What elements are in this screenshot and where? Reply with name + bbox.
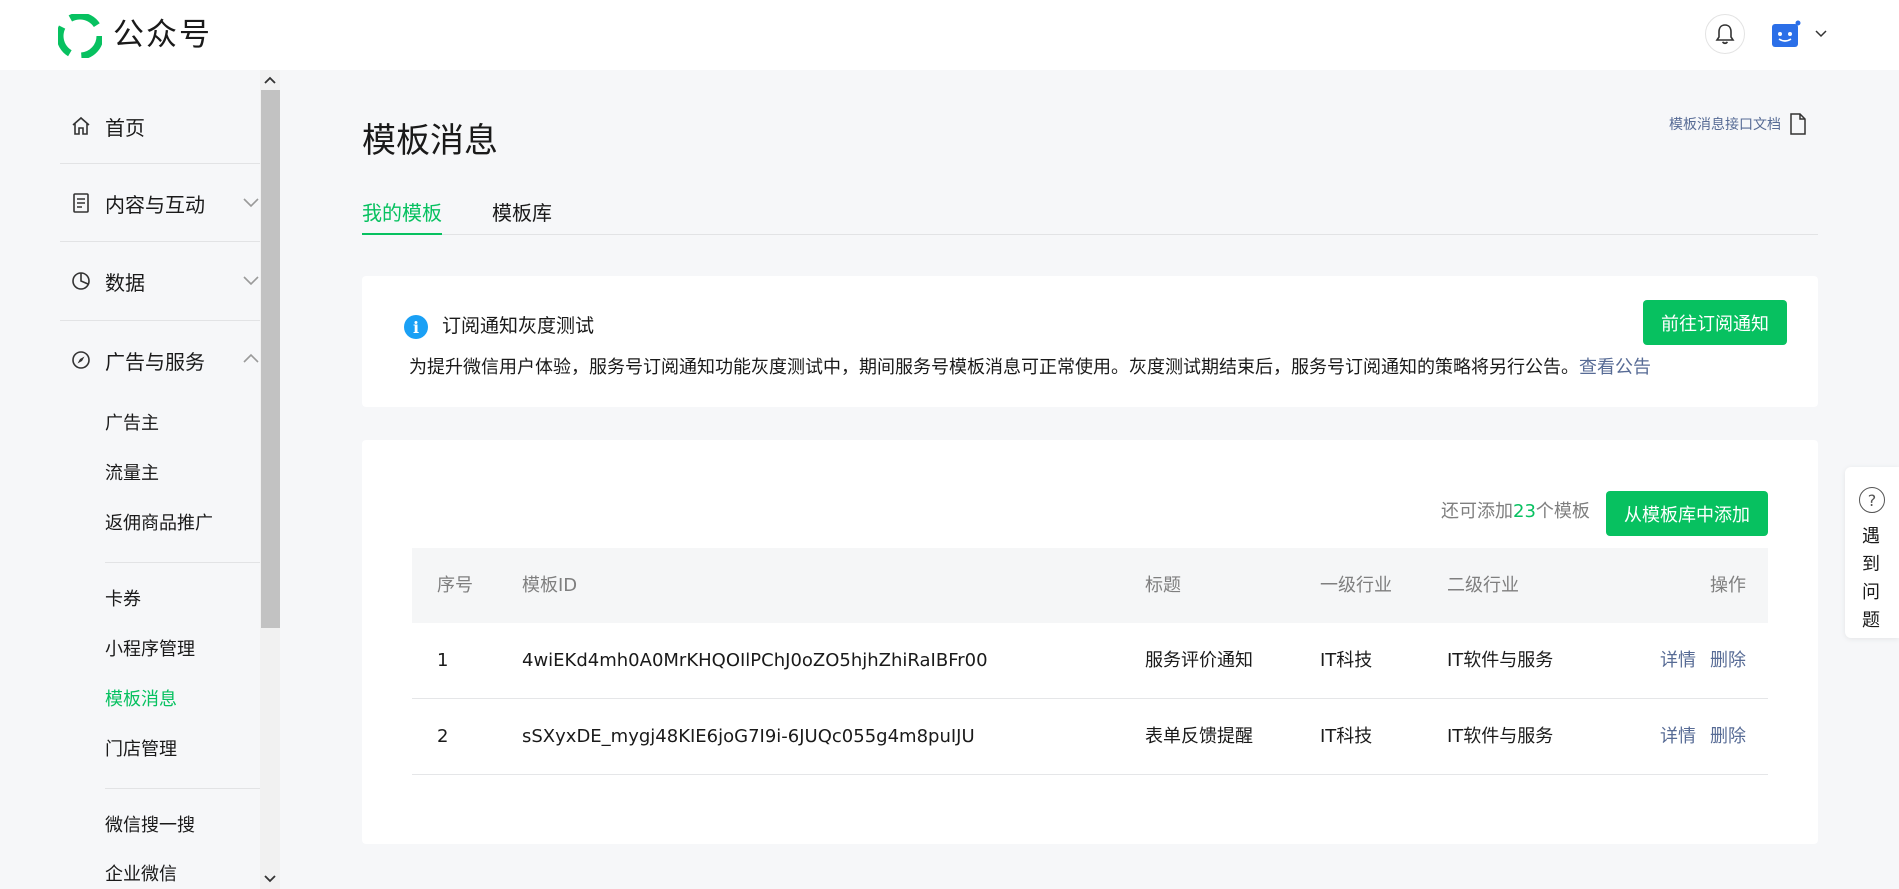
column-header: 操作 <box>1710 575 1746 596</box>
sidebar-subitem-advertiser[interactable]: 广告主 <box>105 411 159 437</box>
column-header: 序号 <box>437 575 473 596</box>
top-bar: 公众号 <box>0 0 1899 70</box>
templates-card: 还可添加23个模板 从模板库中添加 序号 模板ID 标题 一级行业 二级行业 操… <box>362 440 1818 844</box>
sidebar-subitem-miniprogram[interactable]: 小程序管理 <box>105 637 195 663</box>
scroll-up-arrow-icon[interactable] <box>263 75 277 85</box>
sidebar-subitem-stores[interactable]: 门店管理 <box>105 737 177 763</box>
sidebar-subitem-template-messages[interactable]: 模板消息 <box>105 687 177 713</box>
scroll-down-arrow-icon[interactable] <box>263 874 277 884</box>
compass-icon <box>70 349 92 371</box>
sidebar-item-ads[interactable]: 广告与服务 <box>60 340 260 380</box>
industry-primary: IT科技 <box>1320 650 1373 671</box>
divider <box>60 163 260 164</box>
delete-link[interactable]: 删除 <box>1710 699 1746 775</box>
template-quota: 还可添加23个模板 <box>1441 498 1590 526</box>
sidebar-subitem-wecom[interactable]: 企业微信 <box>105 862 177 888</box>
quota-prefix: 还可添加 <box>1441 501 1513 522</box>
chevron-down-icon[interactable] <box>1815 29 1827 39</box>
go-subscribe-button[interactable]: 前往订阅通知 <box>1643 300 1787 345</box>
pie-chart-icon <box>70 270 92 292</box>
divider <box>105 788 260 789</box>
detail-link[interactable]: 详情 <box>1660 699 1696 775</box>
help-widget[interactable]: ? 遇到问题 <box>1845 467 1899 638</box>
table-row: 1 4wiEKd4mh0A0MrKHQOIlPChJ0oZO5hjhZhiRaI… <box>412 623 1768 699</box>
wechat-official-account-logo[interactable] <box>58 14 102 58</box>
tab-bar: 我的模板 模板库 <box>362 198 1818 235</box>
sidebar-subitem-commission[interactable]: 返佣商品推广 <box>105 511 213 537</box>
notice-text: 为提升微信用户体验，服务号订阅通知功能灰度测试中，期间服务号模板消息可正常使用。… <box>409 354 1651 382</box>
sidebar-item-content[interactable]: 内容与互动 <box>60 183 260 223</box>
sidebar-item-label: 内容与互动 <box>105 192 205 217</box>
template-title: 表单反馈提醒 <box>1145 726 1253 747</box>
column-header: 标题 <box>1145 575 1181 596</box>
industry-secondary: IT软件与服务 <box>1447 726 1554 747</box>
column-header: 模板ID <box>522 575 578 596</box>
chevron-down-icon <box>243 276 259 286</box>
sidebar: 首页 内容与互动 数据 广告与服务 广告主 流量主 返佣商品推广 卡券 小程序管… <box>0 70 280 889</box>
divider <box>105 562 260 563</box>
row-index: 2 <box>437 726 449 747</box>
column-header: 一级行业 <box>1320 575 1392 596</box>
table-header: 序号 模板ID 标题 一级行业 二级行业 操作 <box>412 548 1768 623</box>
sidebar-subitem-search[interactable]: 微信搜一搜 <box>105 813 195 839</box>
tab-my-templates[interactable]: 我的模板 <box>362 198 442 235</box>
sidebar-item-label: 首页 <box>105 115 145 140</box>
industry-primary: IT科技 <box>1320 726 1373 747</box>
quota-count: 23 <box>1513 501 1536 522</box>
info-icon: i <box>404 315 428 339</box>
table-row: 2 sSXyxDE_mygj48KIE6joG7I9i-6JUQc055g4m8… <box>412 699 1768 775</box>
view-announcement-link[interactable]: 查看公告 <box>1579 357 1651 378</box>
sidebar-subitem-coupons[interactable]: 卡券 <box>105 587 141 613</box>
help-label: 遇到问题 <box>1862 526 1880 631</box>
brand-name[interactable]: 公众号 <box>113 14 212 56</box>
column-header: 二级行业 <box>1447 575 1519 596</box>
notice-card: i 订阅通知灰度测试 为提升微信用户体验，服务号订阅通知功能灰度测试中，期间服务… <box>362 276 1818 407</box>
notification-button[interactable] <box>1705 14 1745 54</box>
divider <box>60 320 260 321</box>
home-icon <box>70 115 92 137</box>
sidebar-item-data[interactable]: 数据 <box>60 261 260 301</box>
row-index: 1 <box>437 650 449 671</box>
sidebar-item-label: 数据 <box>105 270 145 295</box>
sidebar-item-home[interactable]: 首页 <box>60 106 260 146</box>
page-title: 模板消息 <box>362 121 498 161</box>
bell-icon <box>1715 24 1735 45</box>
avatar[interactable] <box>1771 20 1801 48</box>
sidebar-item-label: 广告与服务 <box>105 349 205 374</box>
api-doc-link[interactable]: 模板消息接口文档 <box>1669 112 1807 136</box>
api-doc-link-label: 模板消息接口文档 <box>1669 117 1781 133</box>
template-id: sSXyxDE_mygj48KIE6joG7I9i-6JUQc055g4m8pu… <box>522 726 975 747</box>
scrollbar-thumb[interactable] <box>261 90 280 628</box>
template-id: 4wiEKd4mh0A0MrKHQOIlPChJ0oZO5hjhZhiRaIBF… <box>522 650 988 671</box>
notice-title: 订阅通知灰度测试 <box>442 315 595 337</box>
chevron-up-icon <box>243 353 259 363</box>
industry-secondary: IT软件与服务 <box>1447 650 1554 671</box>
detail-link[interactable]: 详情 <box>1660 623 1696 699</box>
add-from-library-button[interactable]: 从模板库中添加 <box>1606 491 1768 536</box>
chevron-down-icon <box>243 198 259 208</box>
delete-link[interactable]: 删除 <box>1710 623 1746 699</box>
quota-suffix: 个模板 <box>1535 501 1590 522</box>
document-icon <box>70 192 92 214</box>
notice-body: 为提升微信用户体验，服务号订阅通知功能灰度测试中，期间服务号模板消息可正常使用。… <box>409 357 1579 378</box>
template-title: 服务评价通知 <box>1145 650 1253 671</box>
divider <box>60 241 260 242</box>
tab-template-library[interactable]: 模板库 <box>492 198 552 235</box>
question-icon: ? <box>1859 487 1885 513</box>
sidebar-subitem-publisher[interactable]: 流量主 <box>105 461 159 487</box>
document-icon <box>1790 113 1806 135</box>
